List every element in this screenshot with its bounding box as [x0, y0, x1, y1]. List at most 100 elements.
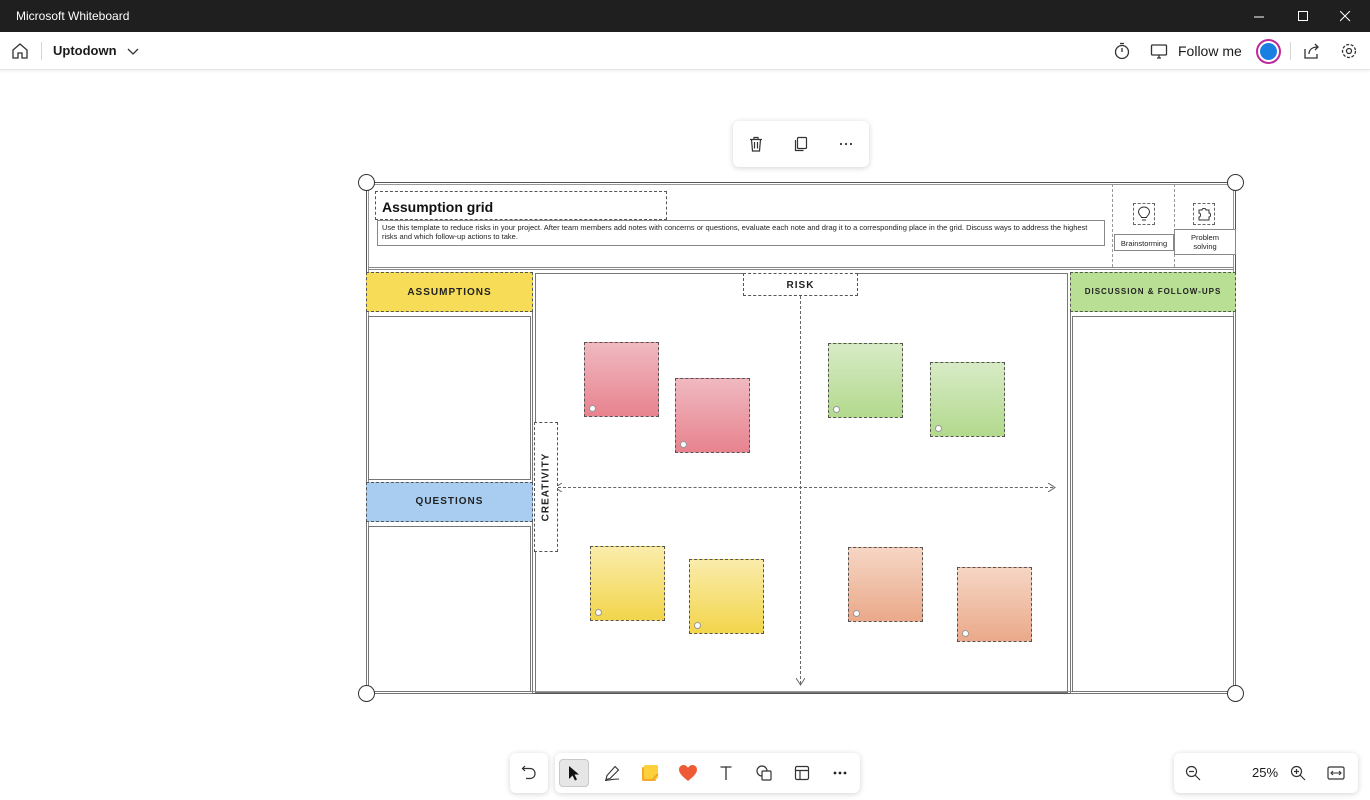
template-icon: [794, 765, 810, 781]
home-button[interactable]: [9, 40, 31, 62]
note-author-icon: [589, 405, 596, 412]
fit-to-screen-icon: [1327, 766, 1345, 780]
more-button[interactable]: [835, 133, 857, 155]
share-icon: [1304, 43, 1319, 59]
brainstorming-label: Brainstorming: [1114, 234, 1174, 251]
select-tool[interactable]: [559, 759, 589, 787]
maximize-icon: [1297, 10, 1308, 21]
timer-icon: [1114, 42, 1130, 60]
brainstorming-tool[interactable]: [1133, 203, 1155, 225]
copy-icon: [794, 136, 808, 152]
note-author-icon: [680, 441, 687, 448]
window-title: Microsoft Whiteboard: [16, 9, 130, 23]
zoom-out-button[interactable]: [1182, 762, 1204, 784]
divider: [1290, 42, 1291, 60]
note-author-icon: [595, 609, 602, 616]
sticky-note[interactable]: [848, 547, 923, 622]
sticky-note[interactable]: [930, 362, 1005, 437]
more-tools-button[interactable]: [825, 759, 855, 787]
note-author-icon: [962, 630, 969, 637]
sticky-note[interactable]: [675, 378, 750, 453]
minimize-icon: [1253, 16, 1264, 17]
follow-button[interactable]: [1148, 40, 1170, 62]
sticky-note[interactable]: [590, 546, 665, 621]
follow-icon: [1150, 44, 1168, 59]
undo-icon: [521, 765, 536, 780]
note-author-icon: [935, 425, 942, 432]
undo-button[interactable]: [514, 759, 544, 787]
creativity-label: CREATIVITY: [534, 422, 558, 552]
resize-handle-top-right[interactable]: [1227, 174, 1244, 191]
select-icon: [569, 766, 579, 781]
template-tool[interactable]: [787, 759, 817, 787]
sticky-note[interactable]: [828, 343, 903, 418]
divider: [41, 42, 42, 60]
timer-button[interactable]: [1111, 40, 1133, 62]
selection-toolbar: [733, 121, 869, 167]
share-button[interactable]: [1301, 40, 1323, 62]
settings-button[interactable]: [1338, 40, 1360, 62]
pen-icon: [604, 765, 620, 781]
note-author-icon: [694, 622, 701, 629]
undo-toolbar: [510, 753, 548, 793]
zoom-in-icon: [1290, 765, 1306, 781]
more-icon: [839, 142, 853, 146]
problem-solving-tool[interactable]: [1193, 203, 1215, 225]
follow-me-label[interactable]: Follow me: [1178, 43, 1242, 59]
board-menu-button[interactable]: [122, 40, 144, 62]
text-tool[interactable]: [711, 759, 741, 787]
assumptions-area[interactable]: [368, 316, 531, 480]
creativity-text: CREATIVITY: [540, 452, 552, 522]
home-icon: [12, 43, 28, 59]
zoom-out-icon: [1185, 765, 1201, 781]
questions-area[interactable]: [368, 526, 531, 692]
close-icon: [1339, 10, 1350, 21]
board-name[interactable]: Uptodown: [53, 43, 117, 58]
avatar[interactable]: [1256, 39, 1281, 64]
pen-tool[interactable]: [597, 759, 627, 787]
resize-handle-top-left[interactable]: [358, 174, 375, 191]
close-button[interactable]: [1322, 0, 1368, 32]
discussion-header: DISCUSSION & FOLLOW-UPS: [1070, 272, 1236, 312]
app-bar: Uptodown Follow me: [0, 32, 1370, 70]
title-bar: Microsoft Whiteboard: [0, 0, 1370, 32]
text-icon: [720, 766, 732, 780]
fit-to-screen-button[interactable]: [1325, 762, 1347, 784]
sticky-note[interactable]: [957, 567, 1032, 642]
puzzle-icon: [1198, 208, 1211, 221]
arrow-down-icon: [796, 678, 805, 686]
zoom-toolbar: 25%: [1174, 753, 1358, 793]
template-description[interactable]: Use this template to reduce risks in you…: [377, 220, 1105, 246]
template-title[interactable]: Assumption grid: [375, 191, 667, 220]
assumptions-header: ASSUMPTIONS: [366, 272, 533, 312]
lightbulb-icon: [1137, 206, 1151, 221]
problem-solving-label: Problem solving: [1174, 229, 1236, 255]
copy-button[interactable]: [790, 133, 812, 155]
note-author-icon: [853, 610, 860, 617]
note-author-icon: [833, 406, 840, 413]
delete-icon: [750, 136, 762, 152]
sticky-note[interactable]: [584, 342, 659, 417]
arrow-right-icon: [1048, 483, 1056, 492]
creativity-axis: [558, 487, 1053, 488]
resize-handle-bottom-right[interactable]: [1227, 685, 1244, 702]
sticky-note-icon: [642, 765, 659, 781]
delete-button[interactable]: [745, 133, 767, 155]
shapes-tool[interactable]: [749, 759, 779, 787]
maximize-button[interactable]: [1280, 0, 1326, 32]
risk-axis: [800, 296, 801, 684]
sticky-note-tool[interactable]: [635, 759, 665, 787]
zoom-in-button[interactable]: [1287, 762, 1309, 784]
chevron-down-icon: [127, 48, 139, 55]
minimize-button[interactable]: [1236, 0, 1282, 32]
more-icon: [833, 771, 847, 775]
shapes-icon: [756, 765, 772, 781]
divider: [1112, 184, 1113, 267]
resize-handle-bottom-left[interactable]: [358, 685, 375, 702]
reaction-icon: [679, 765, 697, 781]
settings-icon: [1341, 43, 1357, 59]
discussion-area[interactable]: [1072, 316, 1234, 692]
reaction-tool[interactable]: [673, 759, 703, 787]
sticky-note[interactable]: [689, 559, 764, 634]
tools-toolbar: [555, 753, 860, 793]
